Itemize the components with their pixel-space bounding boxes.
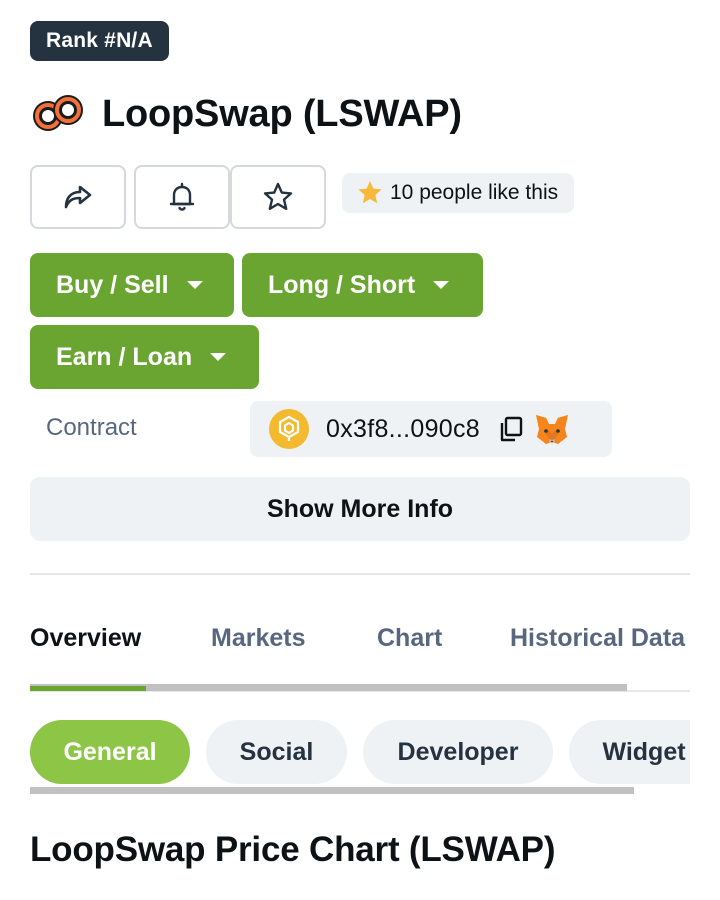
price-alert-button[interactable] [134,165,230,229]
star-filled-icon [358,181,382,204]
tab-chart[interactable]: Chart [377,624,442,653]
contract-label: Contract [46,414,137,441]
main-tabs: Overview Markets Chart Historical Data [30,612,690,672]
contract-address: 0x3f8...090c8 [326,414,481,443]
earn-loan-dropdown[interactable]: Earn / Loan [30,325,259,389]
likes-text: 10 people like this [390,181,559,204]
sub-tab-social[interactable]: Social [206,720,347,784]
sub-tabs-scrollbar[interactable] [30,787,634,794]
sub-tab-widget[interactable]: Widget [569,720,690,784]
buy-sell-dropdown[interactable]: Buy / Sell [30,253,234,317]
contract-address-pill[interactable]: 0x3f8...090c8 [250,401,612,457]
tab-overview[interactable]: Overview [30,624,141,653]
buy-sell-label: Buy / Sell [56,270,169,299]
loopswap-logo-icon [33,95,83,131]
sub-tab-developer[interactable]: Developer [363,720,553,784]
chevron-down-icon [186,281,203,289]
sub-tabs: General Social Developer Widget [30,720,690,786]
share-icon [64,185,92,209]
price-chart-title: LoopSwap Price Chart (LSWAP) [30,830,556,869]
long-short-dropdown[interactable]: Long / Short [242,253,483,317]
share-button[interactable] [30,165,126,229]
coin-header: LoopSwap (LSWAP) [30,86,462,142]
copy-icon[interactable] [496,414,526,444]
long-short-label: Long / Short [268,270,416,299]
chevron-down-icon [433,281,450,289]
tab-markets[interactable]: Markets [211,624,306,653]
bnb-chain-icon [269,409,309,449]
rank-badge: Rank #N/A [30,21,169,61]
watchlist-button[interactable] [230,165,326,229]
coin-title: LoopSwap (LSWAP) [102,92,462,135]
active-tab-indicator [30,686,146,691]
likes-badge: 10 people like this [342,173,575,213]
section-divider [30,573,690,575]
metamask-fox-icon[interactable] [534,412,570,446]
tab-historical-data[interactable]: Historical Data [510,624,685,653]
show-more-info-button[interactable]: Show More Info [30,477,690,541]
earn-loan-label: Earn / Loan [56,342,193,371]
chevron-down-icon [210,353,227,361]
bell-icon [169,182,195,211]
star-outline-icon [263,182,293,210]
sub-tab-general[interactable]: General [30,720,190,784]
